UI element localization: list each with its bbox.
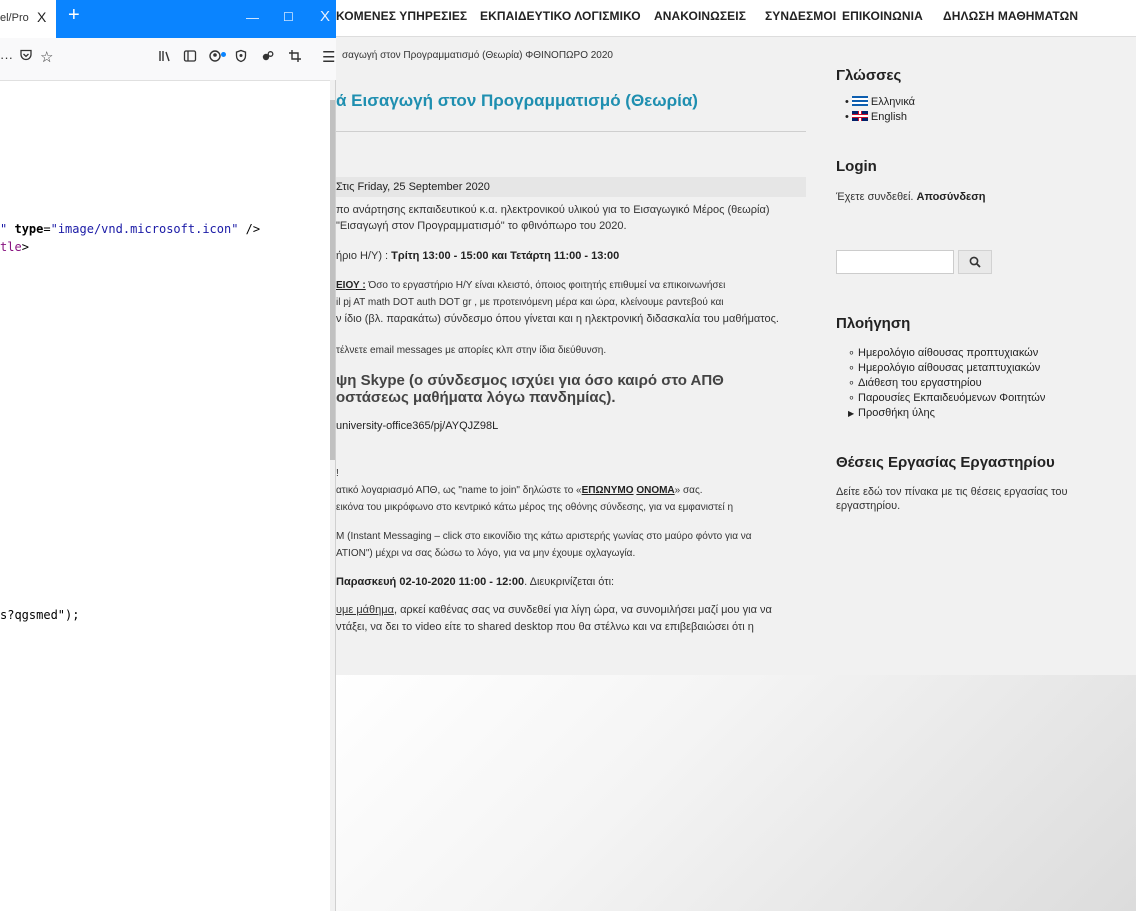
nav-link-postgrad-calendar[interactable]: ∘ Ημερολόγιο αίθουσας μεταπτυχιακών [848, 361, 1040, 374]
nav-item-services[interactable]: ΚΟΜΕΝΕΣ ΥΠΗΡΕΣΙΕΣ [336, 9, 467, 23]
skype-heading: ψη Skype (ο σύνδεσμος ισχύει για όσο και… [336, 372, 724, 389]
nav-item-contact[interactable]: ΕΠΙΚΟΙΝΩΝΙΑ [842, 9, 923, 23]
article-paragraph: "Εισαγωγή στον Προγραμματισμό" το φθινόπ… [336, 220, 627, 232]
pocket-icon[interactable] [19, 48, 33, 65]
title-divider [336, 131, 806, 132]
nav-item-links[interactable]: ΣΥΝΔΕΣΜΟΙ [765, 9, 836, 23]
extension-icon[interactable] [208, 49, 222, 66]
window-close-button[interactable]: X [320, 8, 330, 25]
jobs-title: Θέσεις Εργασίας Εργαστηρίου [836, 454, 1055, 471]
skype-meeting-link[interactable]: university-office365/pj/AYQJZ98L [336, 420, 498, 432]
addon-icon[interactable] [261, 49, 275, 66]
article-paragraph: υμε μάθημα, αρκεί καθένας σας να συνδεθε… [336, 604, 772, 616]
language-english[interactable]: • English [845, 111, 907, 123]
article-paragraph: Μ (Instant Messaging – click στο εικονίδ… [336, 531, 752, 542]
page-actions-button[interactable]: ··· [0, 50, 13, 65]
article-paragraph: Παρασκευή 02-10-2020 11:00 - 12:00. Διευ… [336, 576, 615, 588]
languages-title: Γλώσσες [836, 67, 902, 84]
nav-link-add-material[interactable]: ▶ Προσθήκη ύλης [848, 407, 935, 419]
article-paragraph: ΕΙΟΥ : Όσο το εργαστήριο Η/Υ είναι κλεισ… [336, 280, 726, 291]
article-title[interactable]: ά Εισαγωγή στον Προγραμματισμό (Θεωρία) [336, 91, 698, 111]
source-line: s?qgsmed"); [0, 608, 80, 622]
triangle-right-icon: ▶ [848, 409, 855, 418]
nav-link-lab-availability[interactable]: ∘ Διάθεση του εργαστηρίου [848, 376, 982, 389]
tab-close-button[interactable]: X [37, 9, 46, 25]
article-paragraph: ατικό λογαριασμό ΑΠΘ, ως "name to join" … [336, 485, 703, 496]
hamburger-icon[interactable]: ☰ [322, 48, 335, 66]
source-line: tle> [0, 240, 29, 254]
search-button[interactable] [958, 250, 992, 274]
tab-title: el/Pro [0, 12, 29, 24]
article-dateline: Στις Friday, 25 September 2020 [336, 181, 490, 193]
browser-window: el/Pro X + — ☐ X ··· ☆ ☰ " type="image/v… [0, 0, 336, 911]
window-divider [335, 80, 336, 911]
jobs-text: εργαστηρίου. [836, 500, 901, 512]
tab-active[interactable]: el/Pro X [0, 0, 56, 38]
article-paragraph: ν ίδιο (βλ. παρακάτω) σύνδεσμο όπου γίνε… [336, 313, 779, 325]
crop-icon[interactable] [288, 49, 302, 66]
nav-link-student-attendance[interactable]: ∘ Παρουσίες Εκπαιδευόμενων Φοιτητών [848, 391, 1045, 404]
view-source-content: " type="image/vnd.microsoft.icon" /> tle… [0, 80, 330, 911]
tab-strip: el/Pro X + — ☐ X [0, 0, 336, 38]
language-greek[interactable]: • Ελληνικά [845, 96, 915, 108]
nav-item-course-registration[interactable]: ΔΗΛΩΣΗ ΜΑΘΗΜΑΤΩΝ [943, 9, 1078, 23]
shield-icon[interactable] [234, 49, 248, 66]
desktop-background [336, 675, 1136, 911]
star-icon[interactable]: ☆ [40, 48, 53, 66]
logout-link[interactable]: Αποσύνδεση [917, 191, 986, 203]
jobs-text: Δείτε εδώ τον πίνακα με τις θέσεις εργασ… [836, 486, 1068, 498]
lab-hours: ήριο Η/Υ) : Τρίτη 13:00 - 15:00 και Τετά… [336, 250, 620, 262]
nav-link-undergrad-calendar[interactable]: ∘ Ημερολόγιο αίθουσας προπτυχιακών [848, 346, 1038, 359]
article-paragraph: τέλνετε email messages με απορίες κλπ στ… [336, 345, 607, 356]
greece-flag-icon [851, 96, 868, 106]
notification-dot [221, 52, 226, 57]
article-note: ! [336, 468, 339, 479]
nav-item-educational-software[interactable]: ΕΚΠΑΙΔΕΥΤΙΚΟ ΛΟΓΙΣΜΙΚΟ [480, 9, 641, 23]
nav-item-announcements[interactable]: ΑΝΑΚΟΙΝΩΣΕΙΣ [654, 9, 746, 23]
search-icon [969, 256, 981, 268]
sidebar-icon[interactable] [183, 49, 197, 66]
breadcrumb[interactable]: σαγωγή στον Προγραμματισμό (Θεωρία) ΦΘΙΝ… [342, 50, 613, 61]
uk-flag-icon [851, 111, 868, 121]
article-paragraph: il pj AT math DOT auth DOT gr , με προτε… [336, 297, 724, 308]
article-paragraph: πο ανάρτησης εκπαιδευτικού κ.α. ηλεκτρον… [336, 204, 770, 216]
library-icon[interactable] [158, 49, 172, 66]
article-paragraph: ATION") μέχρι να σας δώσω το λόγο, για ν… [336, 548, 636, 559]
login-title: Login [836, 158, 877, 175]
search-input[interactable] [836, 250, 954, 274]
navigation-title: Πλοήγηση [836, 315, 911, 332]
new-tab-button[interactable]: + [68, 4, 80, 27]
browser-toolbar: ··· ☆ ☰ [0, 38, 336, 81]
article-paragraph: ντάξει, να δει το video είτε το shared d… [336, 621, 754, 633]
minimize-button[interactable]: — [246, 10, 259, 25]
skype-heading: οστάσεως μαθήματα λόγω πανδημίας). [336, 389, 616, 406]
login-status: Έχετε συνδεθεί. Αποσύνδεση [836, 191, 986, 203]
source-line: " type="image/vnd.microsoft.icon" /> [0, 222, 261, 236]
article-paragraph: εικόνα του μικρόφωνο στο κεντρικό κάτω μ… [336, 502, 734, 513]
maximize-button[interactable]: ☐ [283, 10, 294, 24]
